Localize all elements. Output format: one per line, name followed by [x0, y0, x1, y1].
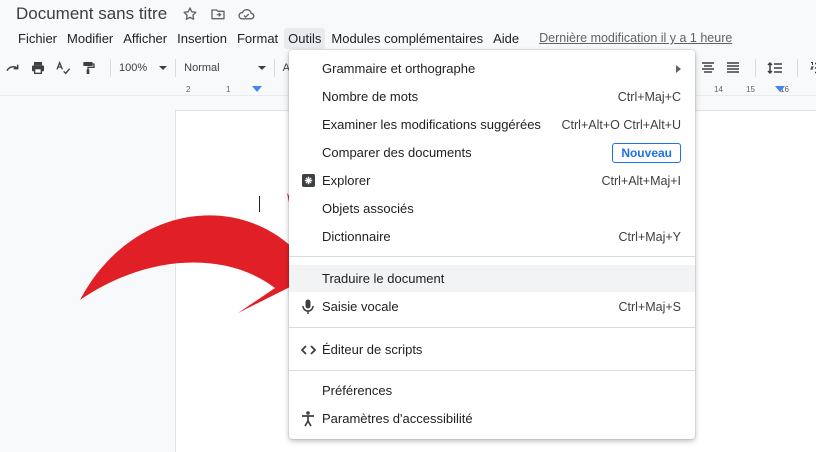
- menu-modules[interactable]: Modules complémentaires: [327, 28, 487, 49]
- menu-outils[interactable]: Outils: [284, 27, 326, 49]
- toolbar-divider: [273, 59, 275, 77]
- menu-afficher[interactable]: Afficher: [119, 28, 171, 49]
- menu-separator: [289, 370, 695, 371]
- left-indent-marker[interactable]: [252, 86, 262, 92]
- menu-aide[interactable]: Aide: [489, 28, 523, 49]
- menu-item-label: Éditeur de scripts: [322, 342, 423, 357]
- code-icon: [300, 342, 316, 358]
- menu-item-linked-objects[interactable]: Objets associés: [289, 195, 695, 222]
- shortcut-label: Ctrl+Maj+C: [617, 89, 681, 104]
- zoom-value: 100%: [119, 62, 148, 74]
- microphone-icon: [300, 299, 316, 315]
- align-center-icon[interactable]: [697, 57, 719, 79]
- shortcut-label: Ctrl+Maj+Y: [618, 229, 681, 244]
- submenu-arrow-icon: [676, 64, 681, 73]
- menu-item-label: Nombre de mots: [322, 89, 419, 104]
- menu-insertion[interactable]: Insertion: [173, 28, 231, 49]
- accessibility-icon: [300, 410, 316, 427]
- menu-separator: [289, 327, 695, 328]
- numbered-list-icon[interactable]: [806, 57, 816, 79]
- shortcut-label: Ctrl+Alt+O Ctrl+Alt+U: [561, 117, 681, 132]
- menu-item-explore[interactable]: Explorer Ctrl+Alt+Maj+I: [289, 167, 695, 194]
- menu-item-label: Paramètres d'accessibilité: [322, 411, 473, 426]
- line-spacing-icon[interactable]: [764, 57, 786, 79]
- print-icon[interactable]: [27, 57, 49, 79]
- tools-menu: Grammaire et orthographe Nombre de mots …: [289, 50, 695, 439]
- ruler-number: 1: [226, 85, 231, 94]
- paint-format-icon[interactable]: [77, 57, 99, 79]
- menu-item-label: Comparer des documents: [322, 145, 472, 160]
- menu-item-translate-document[interactable]: Traduire le document: [289, 265, 695, 292]
- spellcheck-icon[interactable]: [52, 57, 74, 79]
- title-actions: [181, 5, 255, 23]
- ruler-number: 14: [714, 85, 723, 94]
- redo-icon[interactable]: [2, 57, 24, 79]
- align-justify-icon[interactable]: [722, 57, 744, 79]
- toolbar-divider: [175, 59, 177, 77]
- chevron-down-icon: [257, 66, 266, 70]
- menu-modifier[interactable]: Modifier: [63, 28, 117, 49]
- ruler-number: 2: [186, 85, 191, 94]
- menu-item-accessibility[interactable]: Paramètres d'accessibilité: [289, 405, 695, 432]
- menu-item-label: Objets associés: [322, 201, 414, 216]
- menu-item-script-editor[interactable]: Éditeur de scripts: [289, 336, 695, 363]
- menu-fichier[interactable]: Fichier: [14, 28, 61, 49]
- explore-icon: [300, 173, 316, 189]
- cloud-status-icon[interactable]: [237, 5, 255, 23]
- document-title[interactable]: Document sans titre: [16, 4, 167, 24]
- ruler-number: 15: [746, 85, 755, 94]
- toolbar-divider: [755, 59, 756, 77]
- menu-item-label: Saisie vocale: [322, 299, 399, 314]
- menu-item-grammar[interactable]: Grammaire et orthographe: [289, 55, 695, 82]
- new-badge: Nouveau: [612, 142, 681, 163]
- menu-item-label: Traduire le document: [322, 271, 445, 286]
- shortcut-label: Ctrl+Maj+S: [618, 299, 681, 314]
- shortcut-label: Ctrl+Alt+Maj+I: [601, 173, 681, 188]
- right-indent-marker[interactable]: [775, 86, 785, 92]
- menu-item-label: Explorer: [322, 173, 371, 188]
- menu-item-label: Grammaire et orthographe: [322, 61, 476, 76]
- menu-item-dictionary[interactable]: Dictionnaire Ctrl+Maj+Y: [289, 223, 695, 250]
- title-bar: Document sans titre: [0, 0, 816, 27]
- toolbar-divider: [797, 59, 798, 77]
- menu-format[interactable]: Format: [233, 28, 282, 49]
- menu-item-label: Dictionnaire: [322, 229, 391, 244]
- star-icon[interactable]: [181, 5, 199, 23]
- menu-separator: [289, 256, 695, 257]
- style-value: Normal: [184, 62, 220, 74]
- move-folder-icon[interactable]: [209, 5, 227, 23]
- menu-item-compare-documents[interactable]: Comparer des documents Nouveau: [289, 139, 695, 166]
- menu-item-label: Examiner les modifications suggérées: [322, 117, 541, 132]
- menu-item-label: Préférences: [322, 383, 393, 398]
- zoom-select[interactable]: 100%: [119, 62, 168, 74]
- toolbar-divider: [110, 59, 111, 77]
- menu-item-preferences[interactable]: Préférences: [289, 377, 695, 404]
- menu-bar: Fichier Modifier Afficher Insertion Form…: [0, 27, 816, 49]
- menu-item-voice-typing[interactable]: Saisie vocale Ctrl+Maj+S: [289, 293, 695, 320]
- menu-item-review-suggestions[interactable]: Examiner les modifications suggérées Ctr…: [289, 111, 695, 138]
- last-edit-link[interactable]: Dernière modification il y a 1 heure: [539, 31, 732, 45]
- toolbar-right: [697, 54, 816, 82]
- chevron-down-icon: [159, 66, 168, 70]
- menu-item-word-count[interactable]: Nombre de mots Ctrl+Maj+C: [289, 83, 695, 110]
- text-cursor: [259, 196, 260, 212]
- google-docs-window: Document sans titre Fichier Modifier Aff…: [0, 0, 816, 452]
- style-select[interactable]: Normal: [184, 62, 266, 74]
